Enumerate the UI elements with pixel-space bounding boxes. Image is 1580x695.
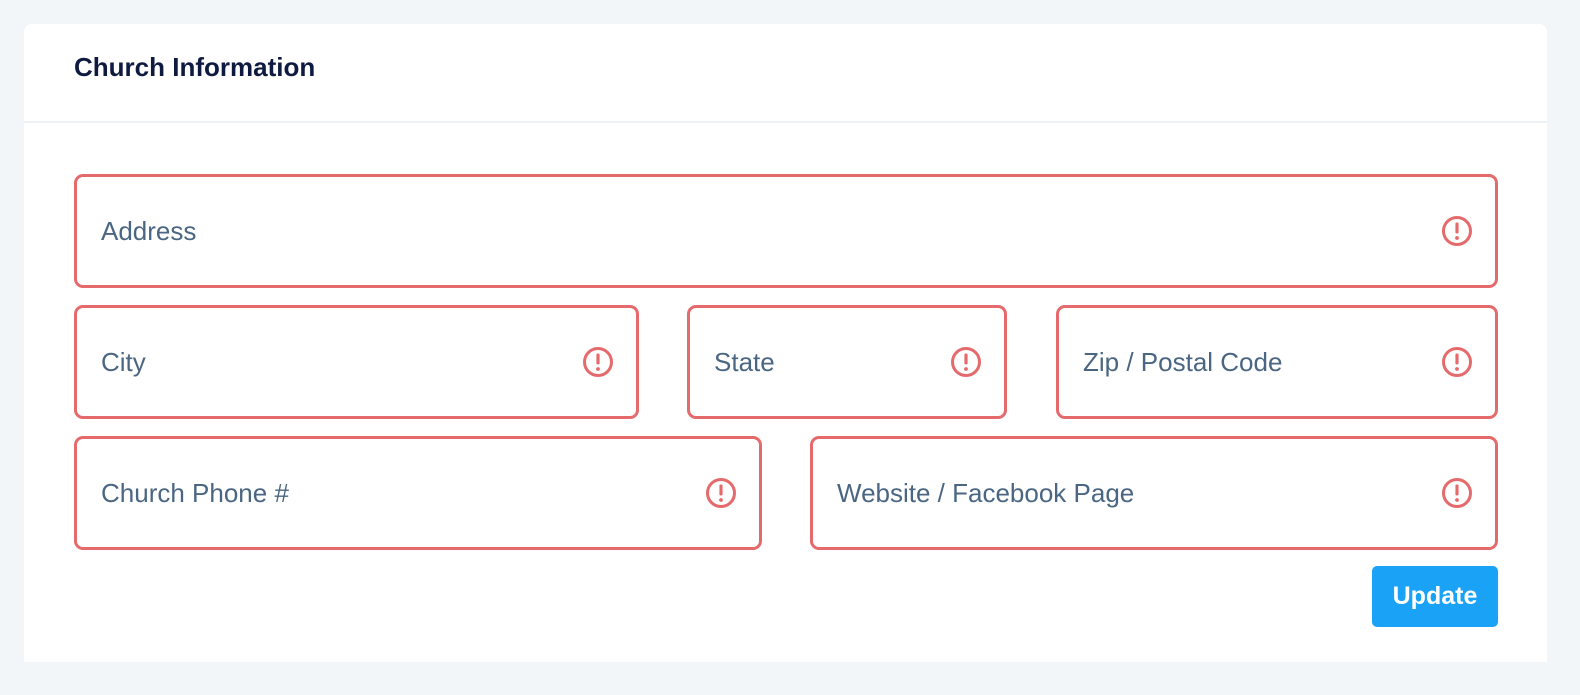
church-information-card: Church Information Address City State Zi… <box>24 24 1547 662</box>
phone-field <box>74 436 762 550</box>
state-field <box>687 305 1007 419</box>
alert-circle-icon <box>583 347 613 377</box>
alert-circle-icon <box>1442 478 1472 508</box>
update-button[interactable]: Update <box>1372 566 1498 627</box>
card-title: Church Information <box>74 52 316 82</box>
website-field <box>810 436 1498 550</box>
website-input[interactable] <box>837 439 1433 547</box>
alert-circle-icon <box>706 478 736 508</box>
city-field <box>74 305 639 419</box>
zip-field <box>1056 305 1498 419</box>
address-field <box>74 174 1498 288</box>
alert-circle-icon <box>1442 216 1472 246</box>
alert-circle-icon <box>951 347 981 377</box>
card-header: Church Information <box>24 24 1547 123</box>
address-input[interactable] <box>101 177 1433 285</box>
zip-input[interactable] <box>1083 308 1433 416</box>
alert-circle-icon <box>1442 347 1472 377</box>
state-input[interactable] <box>714 308 942 416</box>
city-input[interactable] <box>101 308 574 416</box>
phone-input[interactable] <box>101 439 697 547</box>
